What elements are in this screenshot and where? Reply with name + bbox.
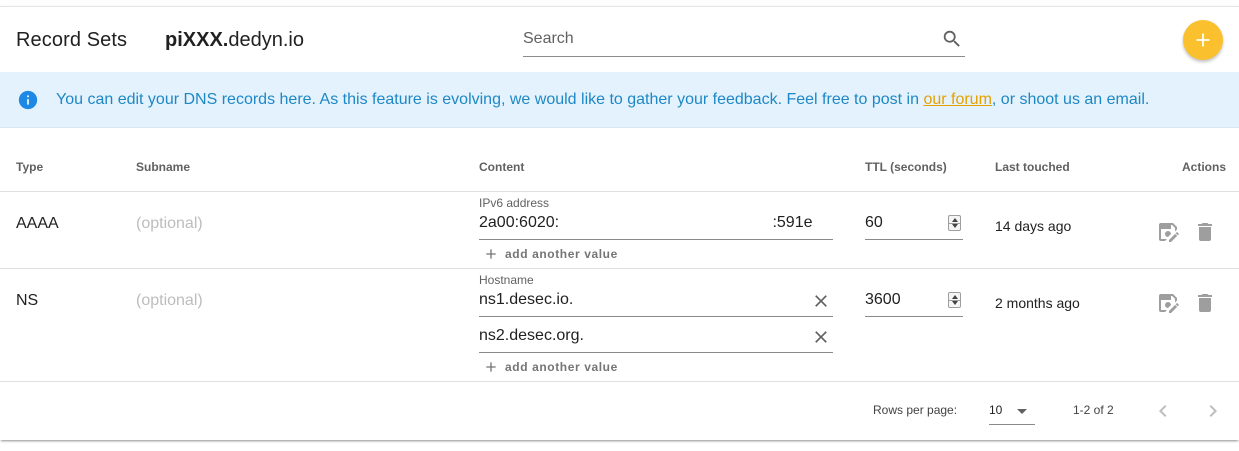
close-icon[interactable] xyxy=(811,291,831,311)
info-alert: You can edit your DNS records here. As t… xyxy=(0,72,1239,128)
add-value-label: add another value xyxy=(505,247,618,261)
header-type[interactable]: Type xyxy=(16,160,43,174)
header-last-touched[interactable]: Last touched xyxy=(995,160,1070,174)
ttl-spinner[interactable] xyxy=(948,215,961,231)
save-edit-icon[interactable] xyxy=(1156,291,1180,315)
plus-icon xyxy=(486,362,496,372)
domain-name-rest: dedyn.io xyxy=(228,29,304,51)
forum-link[interactable]: our forum xyxy=(923,91,991,108)
alert-message: You can edit your DNS records here. As t… xyxy=(56,91,1149,109)
ttl-spinner[interactable] xyxy=(948,292,961,308)
footer-divider xyxy=(0,381,1239,382)
rows-per-page-select[interactable]: 10 xyxy=(989,395,1035,425)
plus-icon xyxy=(486,249,496,259)
toolbar: Record Sets piXXX.dedyn.io xyxy=(0,7,1239,72)
chevron-right-icon[interactable] xyxy=(1201,399,1225,423)
header-actions: Actions xyxy=(1182,160,1227,174)
header-ttl[interactable]: TTL (seconds) xyxy=(865,160,947,174)
alert-text-before: You can edit your DNS records here. As t… xyxy=(56,91,924,108)
domain-name-bold: piXXX. xyxy=(165,29,229,51)
header-divider xyxy=(0,191,1239,192)
search-input[interactable] xyxy=(523,25,923,53)
record-type[interactable]: AAAA xyxy=(16,215,59,233)
plus-icon xyxy=(1196,33,1210,47)
information-icon xyxy=(18,90,38,110)
add-value-button[interactable]: add another value xyxy=(483,246,618,262)
save-edit-icon[interactable] xyxy=(1156,220,1180,244)
content-value[interactable]: ns2.desec.org. xyxy=(479,327,584,345)
last-touched: 2 months ago xyxy=(995,295,1080,311)
ttl-value[interactable]: 3600 xyxy=(865,291,901,309)
delete-icon[interactable] xyxy=(1193,291,1217,315)
add-record-button[interactable] xyxy=(1183,20,1223,60)
content-value[interactable]: 2a00:6020: :591e xyxy=(479,214,813,232)
chevron-left-icon[interactable] xyxy=(1151,399,1175,423)
rows-per-page-value[interactable]: 10 xyxy=(989,403,1002,417)
alert-text-after: , or shoot us an email. xyxy=(991,91,1150,108)
magnify-icon[interactable] xyxy=(941,28,963,50)
header-subname[interactable]: Subname xyxy=(136,160,190,174)
page-title: Record Sets xyxy=(16,29,128,51)
add-value-label: add another value xyxy=(505,360,618,374)
rows-per-page-label: Rows per page: xyxy=(873,403,958,417)
add-value-button[interactable]: add another value xyxy=(483,359,618,375)
close-icon[interactable] xyxy=(811,327,831,347)
record-type[interactable]: NS xyxy=(16,292,38,310)
chevron-down-icon[interactable] xyxy=(1017,409,1027,414)
content-field[interactable]: ns1.desec.io. xyxy=(479,283,833,317)
subname-input[interactable]: (optional) xyxy=(136,215,203,233)
domain-name: piXXX.dedyn.io xyxy=(165,29,304,52)
ttl-value[interactable]: 60 xyxy=(865,214,883,232)
ttl-field[interactable]: 60 xyxy=(865,206,963,240)
search-field[interactable] xyxy=(523,25,965,57)
last-touched: 14 days ago xyxy=(995,218,1072,234)
record-sets-card: Record Sets piXXX.dedyn.io You can edit … xyxy=(0,6,1239,440)
header-content[interactable]: Content xyxy=(479,160,524,174)
subname-input[interactable]: (optional) xyxy=(136,292,203,310)
row-divider xyxy=(0,268,1239,269)
content-field[interactable]: 2a00:6020: :591e xyxy=(479,206,833,240)
content-field[interactable]: ns2.desec.org. xyxy=(479,319,833,353)
pagination-range: 1-2 of 2 xyxy=(1073,403,1114,417)
delete-icon[interactable] xyxy=(1193,220,1217,244)
content-value[interactable]: ns1.desec.io. xyxy=(479,291,573,309)
ttl-field[interactable]: 3600 xyxy=(865,283,963,317)
